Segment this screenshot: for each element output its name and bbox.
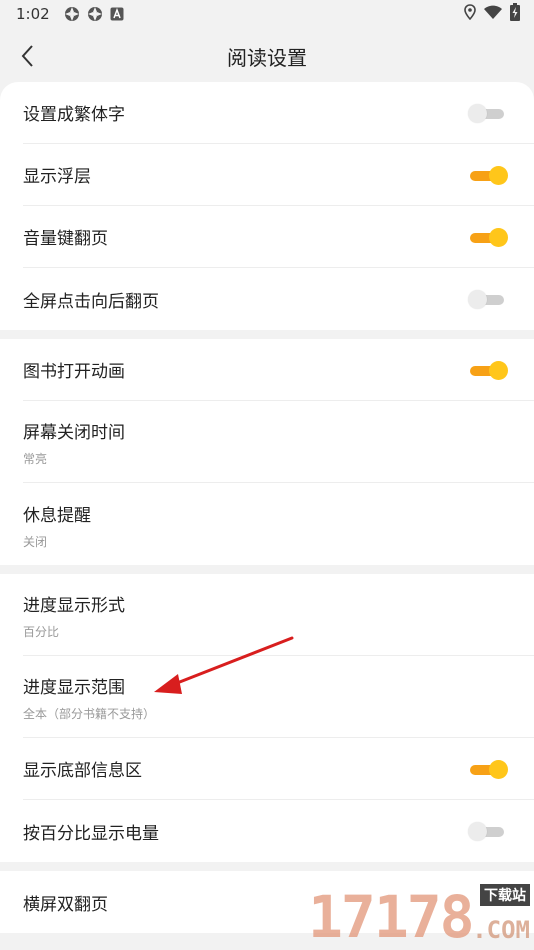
setting-label: 显示底部信息区 xyxy=(23,761,142,781)
setting-label: 进度显示形式 xyxy=(23,596,125,616)
toggle-switch-on[interactable] xyxy=(468,165,508,185)
toggle-switch-off[interactable] xyxy=(468,821,508,841)
setting-label: 按百分比显示电量 xyxy=(23,823,159,844)
toggle-switch-on[interactable] xyxy=(468,759,508,779)
setting-show-overlay[interactable]: 显示浮层 xyxy=(23,144,534,206)
setting-screen-off-time[interactable]: 屏幕关闭时间 常亮 xyxy=(23,401,534,483)
watermark-number: 17178 xyxy=(308,883,475,950)
setting-progress-display-range[interactable]: 进度显示范围 全本（部分书籍不支持） xyxy=(23,656,534,738)
setting-label: 进度显示范围 xyxy=(23,678,125,698)
status-right-icons xyxy=(464,3,520,25)
toggle-switch-on[interactable] xyxy=(468,360,508,380)
text-a-icon xyxy=(110,7,124,21)
back-button[interactable] xyxy=(12,40,44,72)
settings-list: 设置成繁体字 显示浮层 音量键翻页 全屏点击向后翻页 图书打开动画 屏幕关闭时间… xyxy=(0,82,534,950)
setting-label: 音量键翻页 xyxy=(23,229,108,249)
watermark-domain: .COM xyxy=(472,916,530,944)
setting-show-bottom-info[interactable]: 显示底部信息区 xyxy=(23,738,534,800)
setting-label: 显示浮层 xyxy=(23,167,91,187)
setting-label: 图书打开动画 xyxy=(23,362,125,382)
setting-volume-key-flip[interactable]: 音量键翻页 xyxy=(23,206,534,268)
page-title: 阅读设置 xyxy=(227,45,307,70)
setting-label: 设置成繁体字 xyxy=(23,105,125,125)
location-icon xyxy=(464,4,476,24)
watermark-site: 下载站 xyxy=(480,884,530,906)
setting-rest-reminder[interactable]: 休息提醒 关闭 xyxy=(23,483,534,565)
setting-value: 全本（部分书籍不支持） xyxy=(23,707,156,721)
setting-fullscreen-tap-forward[interactable]: 全屏点击向后翻页 xyxy=(23,268,534,330)
setting-value: 常亮 xyxy=(23,452,48,466)
chevron-left-icon xyxy=(21,45,33,67)
setting-label: 全屏点击向后翻页 xyxy=(23,291,159,312)
setting-book-open-animation[interactable]: 图书打开动画 xyxy=(23,339,534,401)
setting-value: 百分比 xyxy=(23,625,60,639)
wifi-icon xyxy=(484,5,502,23)
settings-icon xyxy=(64,6,80,22)
setting-traditional-chinese[interactable]: 设置成繁体字 xyxy=(23,82,534,144)
settings-group: 进度显示形式 百分比 进度显示范围 全本（部分书籍不支持） 显示底部信息区 按百… xyxy=(0,574,534,862)
toggle-switch-on[interactable] xyxy=(468,227,508,247)
toggle-switch-off[interactable] xyxy=(468,289,508,309)
settings-group: 图书打开动画 屏幕关闭时间 常亮 休息提醒 关闭 xyxy=(0,339,534,565)
setting-label: 屏幕关闭时间 xyxy=(23,423,125,443)
setting-progress-display-format[interactable]: 进度显示形式 百分比 xyxy=(23,574,534,656)
setting-label: 休息提醒 xyxy=(23,505,91,526)
status-bar: 1:02 xyxy=(0,0,534,28)
status-time: 1:02 xyxy=(16,5,50,23)
app-header: 阅读设置 xyxy=(0,28,534,84)
watermark-logo: 17178 下载站 .COM xyxy=(308,882,530,946)
settings-group: 设置成繁体字 显示浮层 音量键翻页 全屏点击向后翻页 xyxy=(0,82,534,330)
setting-value: 关闭 xyxy=(23,534,48,549)
settings-icon xyxy=(87,6,103,22)
setting-battery-percentage[interactable]: 按百分比显示电量 xyxy=(23,800,534,862)
battery-charging-icon xyxy=(510,3,520,25)
toggle-switch-off[interactable] xyxy=(468,103,508,123)
